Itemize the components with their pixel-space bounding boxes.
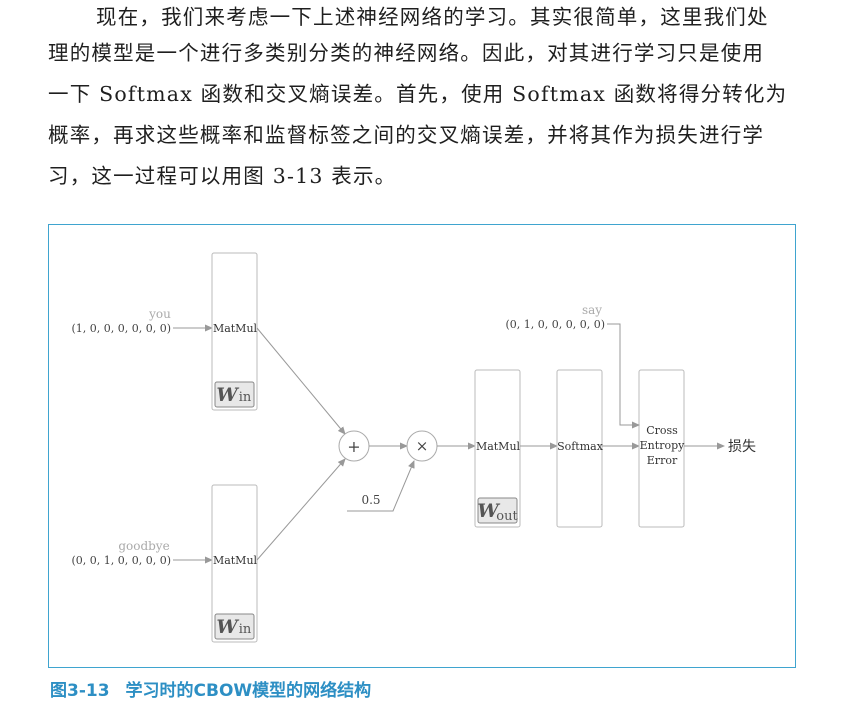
paragraph-line-4: 概率，再求这些概率和监督标签之间的交叉熵误差，并将其作为损失进行学 (48, 123, 765, 147)
input-word-goodbye: goodbye (118, 539, 169, 553)
arrow-top-to-add (256, 327, 346, 435)
figure-frame: you (1, 0, 0, 0, 0, 0, 0) MatMul W in go… (48, 224, 796, 668)
input-vector-you: (1, 0, 0, 0, 0, 0, 0) (71, 322, 171, 335)
mul-symbol: × (416, 437, 429, 455)
caption-text: 学习时的CBOW模型的网络结构 (125, 681, 372, 701)
win-top-sub: in (239, 390, 252, 405)
matmul-label-out: MatMul (476, 440, 521, 453)
paragraph-line-3: 一下 Softmax 函数和交叉熵误差。首先，使用 Softmax 函数将得分转… (48, 82, 788, 106)
matmul-label-top: MatMul (213, 322, 258, 335)
paragraph-line-5: 习，这一过程可以用图 3-13 表示。 (48, 164, 397, 188)
target-vector-say: (0, 1, 0, 0, 0, 0, 0) (505, 318, 605, 331)
wout-sub: out (496, 509, 518, 524)
scale-value: 0.5 (361, 493, 380, 507)
loss-label: 损失 (728, 439, 756, 455)
cross-entropy-line-3: Error (647, 454, 678, 467)
paragraph-line-1: 现在，我们来考虑一下上述神经网络的学习。其实很简单，这里我们处 (96, 5, 769, 29)
cross-entropy-line-2: Entropy (640, 439, 685, 452)
softmax-label: Softmax (557, 440, 604, 453)
target-word-say: say (582, 303, 602, 317)
caption-number: 图3-13 (50, 681, 110, 701)
figure-caption: 图3-13 学习时的CBOW模型的网络结构 (50, 676, 371, 701)
win-bottom-main: W (216, 616, 239, 638)
arrow-bottom-to-add (256, 458, 346, 561)
matmul-label-bottom: MatMul (213, 554, 258, 567)
win-top-main: W (216, 384, 239, 406)
arrow-target-to-loss (607, 323, 640, 429)
paragraph-line-2: 理的模型是一个进行多类别分类的神经网络。因此，对其进行学习只是使用 (48, 41, 765, 65)
win-bottom-sub: in (239, 622, 252, 637)
cross-entropy-line-1: Cross (646, 424, 678, 437)
cbow-diagram: you (1, 0, 0, 0, 0, 0, 0) MatMul W in go… (71, 252, 756, 643)
input-vector-goodbye: (0, 0, 1, 0, 0, 0, 0) (71, 554, 171, 567)
input-word-you: you (148, 307, 171, 321)
add-symbol: + (347, 437, 360, 456)
